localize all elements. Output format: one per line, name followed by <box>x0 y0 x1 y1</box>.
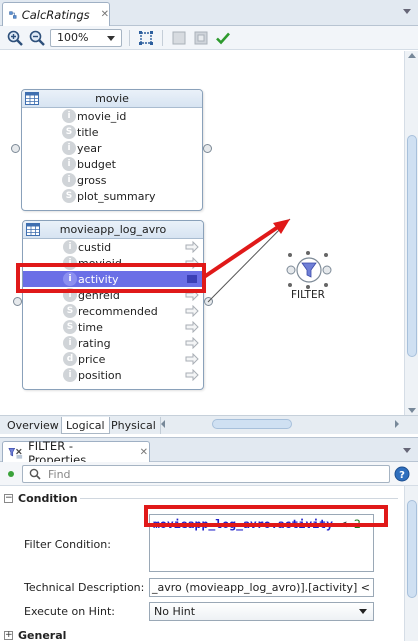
zoom-in-icon <box>7 30 23 46</box>
section-title: General <box>18 629 67 641</box>
diagram-canvas[interactable]: movie i movie_id Stitle i year i budget i gr… <box>0 51 404 415</box>
mapping-icon <box>9 10 17 19</box>
properties-find-row: Find ? <box>0 462 418 486</box>
technical-description-field[interactable]: _avro (movieapp_log_avro)].[activity] < … <box>149 578 374 597</box>
find-placeholder: Find <box>48 468 71 481</box>
toolbar-separator <box>129 29 130 46</box>
zoom-in-button[interactable] <box>6 29 24 47</box>
technical-description-label: Technical Description: <box>24 581 145 594</box>
close-icon[interactable]: ✕ <box>101 9 109 20</box>
find-input[interactable]: Find <box>22 465 390 483</box>
layout-icon <box>172 31 186 44</box>
tab-label: Overview <box>7 419 59 432</box>
section-divider <box>80 498 398 499</box>
scrollbar-thumb[interactable] <box>407 500 417 598</box>
scrollbar-thumb[interactable] <box>212 419 292 429</box>
diagram-annotations <box>16 218 291 303</box>
minimize-icon[interactable] <box>402 447 412 455</box>
help-icon[interactable]: ? <box>394 466 410 482</box>
section-title: Condition <box>18 491 78 505</box>
minimize-icon[interactable] <box>402 8 412 16</box>
scrollbar-thumb[interactable] <box>407 135 417 357</box>
zoom-select-value: 100% <box>57 31 89 44</box>
tab-logical[interactable]: Logical <box>61 417 110 434</box>
zoom-out-icon <box>29 30 45 46</box>
scroll-left-icon[interactable] <box>160 418 166 430</box>
data-flow-connector <box>207 218 291 303</box>
execute-on-hint-select[interactable]: No Hint <box>149 602 374 621</box>
validate-button[interactable] <box>214 29 232 47</box>
fit-to-window-icon <box>139 30 153 45</box>
highlight-box <box>144 505 388 527</box>
tab-label: Logical <box>66 418 105 432</box>
editor-tab-calcratings[interactable]: CalcRatings ✕ <box>2 2 110 26</box>
arrange-button[interactable] <box>192 29 210 47</box>
canvas-vertical-scrollbar[interactable] <box>404 51 418 415</box>
svg-text:?: ? <box>399 470 405 481</box>
properties-tab[interactable]: FILTER - Properties ✕ <box>2 439 150 467</box>
fit-to-window-button[interactable] <box>137 29 155 47</box>
properties-tabstrip: FILTER - Properties ✕ <box>0 437 418 467</box>
execute-on-hint-value: No Hint <box>154 605 196 618</box>
layout-button[interactable] <box>170 29 188 47</box>
highlight-box <box>16 263 206 293</box>
editor-tabstrip: CalcRatings ✕ <box>0 0 418 26</box>
editor-tab-label: CalcRatings <box>21 7 90 22</box>
condition-section-header[interactable]: − Condition <box>4 491 78 505</box>
execute-on-hint-label: Execute on Hint: <box>24 605 116 618</box>
search-icon <box>29 468 41 480</box>
toolbar-separator <box>162 29 163 46</box>
chevron-down-icon <box>359 609 367 614</box>
expand-icon[interactable]: + <box>4 631 13 640</box>
properties-body: − Condition movieapp_log_avro.activity <… <box>0 486 404 641</box>
collapse-icon[interactable]: − <box>4 493 13 503</box>
scroll-right-icon[interactable] <box>394 418 400 430</box>
zoom-select[interactable]: 100% <box>50 28 122 47</box>
properties-icon <box>8 447 23 459</box>
status-dot-icon <box>8 471 14 477</box>
checkmark-icon <box>216 32 230 44</box>
tab-overview[interactable]: Overview <box>3 417 64 434</box>
tab-label: Physical <box>111 419 156 432</box>
general-section-header[interactable]: + General <box>4 629 66 641</box>
diagram-toolbar: 100% <box>0 26 418 50</box>
arrange-icon <box>194 31 208 44</box>
scroll-down-icon[interactable] <box>408 408 416 413</box>
zoom-out-button[interactable] <box>28 29 46 47</box>
properties-vertical-scrollbar[interactable] <box>404 486 418 641</box>
annotation-arrow <box>202 225 280 279</box>
chevron-down-icon <box>107 35 115 41</box>
scroll-up-icon[interactable] <box>408 53 416 58</box>
filter-condition-label: Filter Condition: <box>24 538 111 551</box>
canvas-horizontal-scrollbar[interactable] <box>160 418 400 430</box>
close-icon[interactable]: ✕ <box>140 447 149 458</box>
tab-physical[interactable]: Physical <box>107 417 161 434</box>
annotation-arrowhead <box>273 219 290 234</box>
